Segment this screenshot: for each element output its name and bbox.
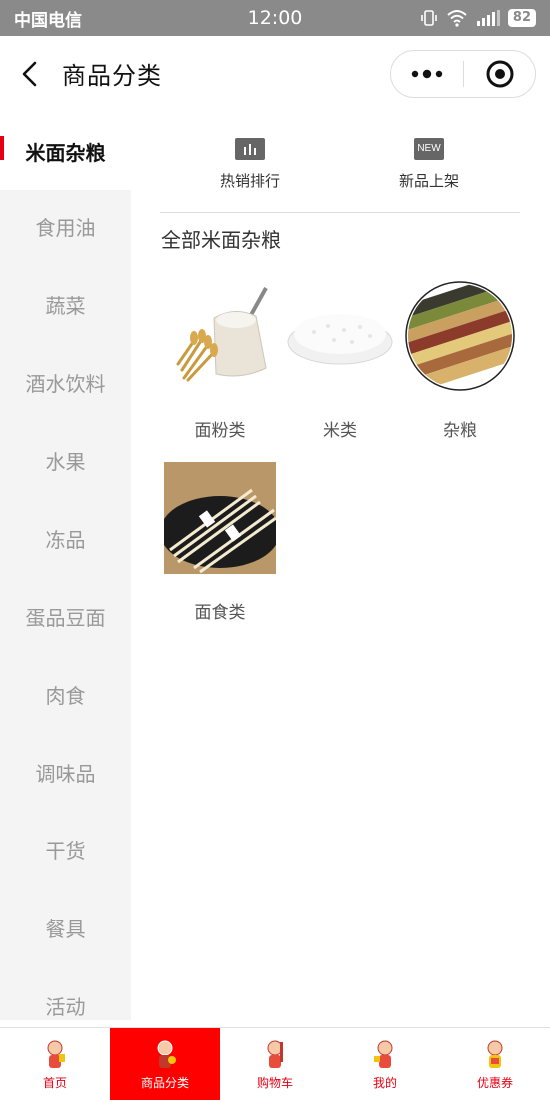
tab-home[interactable]: 首页 — [0, 1028, 110, 1100]
product-label: 面食类 — [194, 603, 246, 623]
product-noodles[interactable]: 面食类 — [160, 462, 280, 623]
noodles-image — [160, 462, 280, 574]
sidebar-item-dry-goods[interactable]: 干货 — [0, 810, 131, 888]
bottom-tab-bar: 首页 商品分类 购物车 我的 优惠券 — [0, 1027, 550, 1100]
sidebar-item-label: 冻品 — [45, 527, 86, 552]
category-sidebar: 米面杂粮 食用油 蔬菜 酒水饮料 水果 冻品 蛋品豆面 肉食 调味品 干货 餐具… — [0, 112, 131, 1020]
mascot-cart-icon — [267, 1040, 283, 1068]
sidebar-item-grains[interactable]: 米面杂粮 — [0, 112, 131, 190]
mini-program-capsule — [390, 50, 536, 98]
tab-label: 首页 — [42, 1075, 67, 1090]
grains-tray-image — [394, 271, 526, 395]
status-icons: 82 — [420, 9, 536, 27]
product-coarse-grains[interactable]: 杂粮 — [394, 271, 526, 441]
divider — [160, 212, 520, 213]
battery-icon: 82 — [507, 9, 536, 27]
product-label: 米类 — [323, 421, 357, 441]
sidebar-item-label: 干货 — [45, 838, 86, 863]
hot-sales-label: 热销排行 — [219, 172, 280, 190]
sidebar-item-vegetables[interactable]: 蔬菜 — [0, 265, 131, 343]
close-mini-program-button[interactable] — [464, 51, 536, 97]
sidebar-item-meat[interactable]: 肉食 — [0, 655, 131, 733]
sidebar-item-label: 酒水饮料 — [25, 371, 106, 396]
more-button[interactable] — [391, 51, 463, 97]
sidebar-item-label: 活动 — [45, 994, 86, 1019]
product-flour[interactable]: 面粉类 — [162, 280, 278, 441]
target-close-icon — [486, 60, 514, 88]
carrier-label: 中国电信 — [14, 10, 82, 31]
new-arrivals-link[interactable]: NEW 新品上架 — [369, 138, 489, 191]
rice-bowl-image — [284, 280, 396, 392]
sidebar-item-label: 蔬菜 — [45, 293, 86, 318]
tab-label: 购物车 — [256, 1075, 293, 1090]
sidebar-item-label: 调味品 — [35, 761, 96, 786]
section-title: 全部米面杂粮 — [161, 228, 281, 252]
sidebar-item-drinks[interactable]: 酒水饮料 — [0, 343, 131, 421]
back-arrow-icon[interactable] — [16, 60, 44, 88]
sidebar-item-frozen[interactable]: 冻品 — [0, 499, 131, 577]
bar-chart-icon — [235, 138, 265, 160]
page-title: 商品分类 — [62, 62, 162, 90]
status-bar: 中国电信 12:00 82 — [0, 0, 550, 36]
nav-bar: 商品分类 — [0, 36, 550, 112]
category-content: 热销排行 NEW 新品上架 全部米面杂粮 面粉类 米类 杂粮 面食类 — [131, 112, 550, 1027]
hot-sales-link[interactable]: 热销排行 — [190, 138, 310, 191]
sidebar-item-label: 肉食 — [45, 683, 86, 708]
product-label: 杂粮 — [443, 421, 477, 441]
vibrate-icon — [421, 10, 437, 26]
new-badge-icon: NEW — [414, 138, 444, 160]
tab-mine[interactable]: 我的 — [330, 1028, 440, 1100]
sidebar-item-tableware[interactable]: 餐具 — [0, 888, 131, 966]
mascot-categories-icon — [157, 1040, 176, 1068]
mascot-home-icon — [47, 1040, 65, 1068]
more-dots-icon — [411, 69, 443, 79]
mascot-profile-icon — [374, 1040, 393, 1068]
product-rice[interactable]: 米类 — [282, 280, 398, 441]
sidebar-item-seasoning[interactable]: 调味品 — [0, 733, 131, 811]
product-label: 面粉类 — [194, 421, 246, 441]
tab-label: 我的 — [372, 1075, 397, 1090]
tab-label: 优惠券 — [476, 1075, 513, 1090]
sidebar-item-fruit[interactable]: 水果 — [0, 421, 131, 499]
sidebar-item-label: 蛋品豆面 — [25, 605, 106, 630]
tab-categories[interactable]: 商品分类 — [110, 1028, 220, 1100]
sidebar-item-label: 水果 — [45, 449, 86, 474]
mascot-coupons-icon — [487, 1040, 503, 1068]
new-arrivals-label: 新品上架 — [398, 172, 459, 190]
wifi-icon — [447, 10, 467, 27]
sidebar-item-label: 米面杂粮 — [25, 140, 106, 165]
signal-icon — [476, 10, 500, 26]
tab-label: 商品分类 — [140, 1075, 189, 1090]
flour-sack-image — [164, 280, 276, 392]
tab-coupons[interactable]: 优惠券 — [440, 1028, 550, 1100]
tab-cart[interactable]: 购物车 — [220, 1028, 330, 1100]
sidebar-item-label: 餐具 — [45, 916, 86, 941]
sidebar-item-eggs-tofu[interactable]: 蛋品豆面 — [0, 577, 131, 655]
sidebar-item-label: 食用油 — [35, 215, 96, 240]
sidebar-item-cooking-oil[interactable]: 食用油 — [0, 187, 131, 265]
